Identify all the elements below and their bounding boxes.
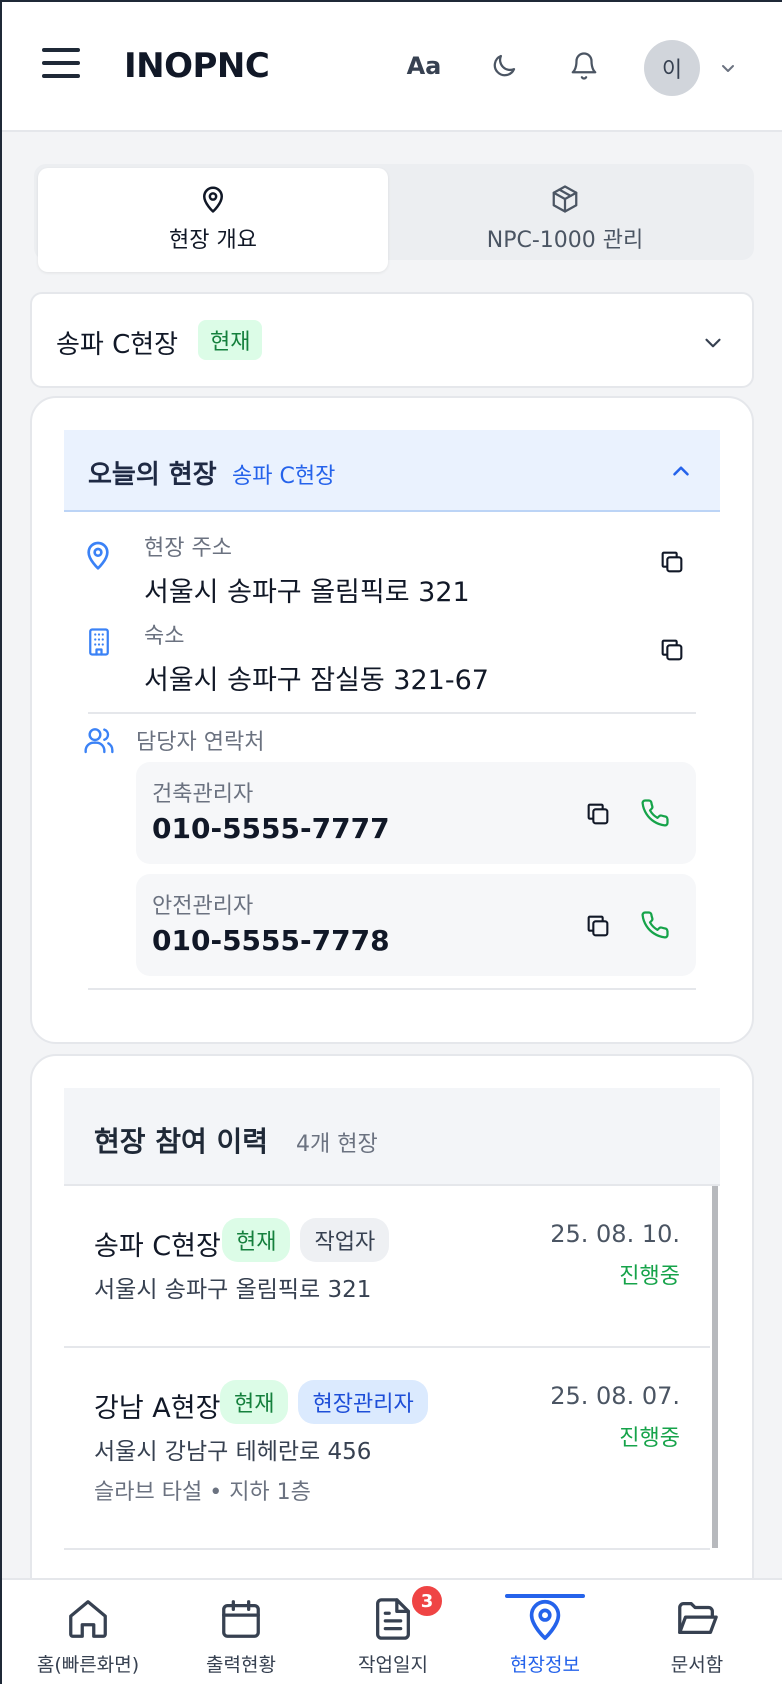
nav-label: 문서함 <box>670 1654 724 1676</box>
history-header: 현장 참여 이력 4개 현장 <box>64 1088 720 1186</box>
work-type: 슬라브 타설 <box>94 1480 203 1505</box>
current-badge: 현재 <box>198 320 263 360</box>
history-status: 진행중 <box>619 1426 680 1451</box>
copy-icon[interactable] <box>658 548 688 578</box>
contacts-label: 담당자 연락처 <box>136 730 265 755</box>
map-pin-icon <box>38 184 388 214</box>
phone-icon[interactable] <box>640 910 670 944</box>
history-item[interactable]: 강남 A현장 현재 현장관리자 서울시 강남구 테헤란로 456 슬라브 타설 … <box>64 1348 710 1550</box>
chevron-down-icon[interactable] <box>716 56 740 80</box>
today-title: 오늘의 현장 <box>88 460 217 490</box>
history-address: 서울시 송파구 올림픽로 321 <box>94 1277 372 1303</box>
contact-phone: 010-5555-7777 <box>152 812 390 845</box>
package-icon <box>390 184 740 214</box>
history-address: 서울시 강남구 테헤란로 456 <box>94 1439 372 1465</box>
history-title: 현장 참여 이력 <box>94 1125 269 1158</box>
document-icon <box>370 1596 416 1642</box>
user-avatar[interactable]: 이 <box>644 40 700 96</box>
history-status: 진행중 <box>619 1264 680 1289</box>
dark-mode-icon[interactable] <box>484 46 524 86</box>
contact-card: 건축관리자 010-5555-7777 <box>136 762 696 864</box>
divider <box>88 712 696 714</box>
tab-site-overview[interactable]: 현장 개요 <box>38 168 388 272</box>
brand-logo: INOPNC <box>124 46 270 86</box>
nav-label: 현장정보 <box>510 1654 580 1676</box>
address-label: 현장 주소 <box>144 536 232 561</box>
contact-role: 안전관리자 <box>152 894 254 919</box>
lodging-value: 서울시 송파구 잠실동 321-67 <box>144 665 489 696</box>
today-site-card: 오늘의 현장 송파 C현장 현장 주소 서울시 송파구 올림픽로 321 숙소 … <box>30 396 754 1044</box>
divider <box>88 988 696 990</box>
tab-npc-management[interactable]: NPC-1000 관리 <box>390 168 740 256</box>
users-icon <box>82 724 116 760</box>
copy-icon[interactable] <box>584 912 612 944</box>
history-badges: 현재 작업자 <box>222 1218 390 1262</box>
history-detail: 슬라브 타설 • 지하 1층 <box>94 1474 311 1506</box>
site-selector[interactable]: 송파 C현장 현재 <box>30 292 754 388</box>
contact-card: 안전관리자 010-5555-7778 <box>136 874 696 976</box>
copy-icon[interactable] <box>658 636 688 666</box>
folder-icon <box>674 1596 720 1642</box>
address-value: 서울시 송파구 올림픽로 321 <box>144 577 470 608</box>
app-header: INOPNC Aa 이 <box>2 2 782 132</box>
map-pin-icon <box>522 1596 568 1642</box>
lodging-label: 숙소 <box>144 624 185 649</box>
bell-icon[interactable] <box>564 46 604 86</box>
contact-role: 건축관리자 <box>152 782 254 807</box>
role-badge: 현장관리자 <box>298 1380 428 1424</box>
phone-icon[interactable] <box>640 798 670 832</box>
site-name: 송파 C현장 <box>56 330 179 360</box>
home-icon <box>65 1596 111 1642</box>
font-size-button[interactable]: Aa <box>404 46 444 86</box>
history-date: 25. 08. 07. <box>550 1382 680 1410</box>
building-icon <box>84 626 114 662</box>
floor: 지하 1층 <box>229 1480 311 1505</box>
chevron-down-icon <box>700 330 726 360</box>
calendar-icon <box>218 1596 264 1642</box>
nav-label: 작업일지 <box>358 1654 428 1676</box>
current-badge: 현재 <box>220 1380 289 1424</box>
bottom-navigation: 홈(빠른화면) 출력현황 3 작업일지 현장정보 문서함 <box>2 1578 782 1684</box>
history-count: 4개 현장 <box>296 1132 378 1157</box>
chevron-up-icon[interactable] <box>668 458 694 488</box>
history-site-name: 송파 C현장 <box>94 1231 221 1262</box>
nav-site-info[interactable]: 현장정보 <box>470 1580 620 1684</box>
today-site-name: 송파 C현장 <box>232 464 336 489</box>
map-pin-icon <box>82 538 114 576</box>
history-site-name: 강남 A현장 <box>94 1393 221 1424</box>
scrollbar[interactable] <box>712 1186 718 1548</box>
history-date: 25. 08. 10. <box>550 1220 680 1248</box>
tab-bar: 현장 개요 NPC-1000 관리 <box>34 164 754 272</box>
history-badges: 현재 현장관리자 <box>220 1380 428 1424</box>
nav-work-log[interactable]: 3 작업일지 <box>318 1580 468 1684</box>
menu-icon[interactable] <box>42 48 80 78</box>
contact-phone: 010-5555-7778 <box>152 924 390 957</box>
nav-label: 출력현황 <box>206 1654 276 1676</box>
nav-documents[interactable]: 문서함 <box>622 1580 772 1684</box>
nav-home[interactable]: 홈(빠른화면) <box>13 1580 163 1684</box>
tab-label: 현장 개요 <box>169 228 257 253</box>
nav-label: 홈(빠른화면) <box>36 1654 140 1676</box>
nav-attendance[interactable]: 출력현황 <box>166 1580 316 1684</box>
notification-badge: 3 <box>410 1584 444 1618</box>
role-badge: 작업자 <box>300 1218 390 1262</box>
history-item[interactable]: 송파 C현장 현재 작업자 서울시 송파구 올림픽로 321 25. 08. 1… <box>64 1186 710 1348</box>
current-badge: 현재 <box>222 1218 291 1262</box>
tab-label: NPC-1000 관리 <box>486 228 644 253</box>
detail-dot: • <box>209 1480 223 1505</box>
copy-icon[interactable] <box>584 800 612 832</box>
today-site-header[interactable]: 오늘의 현장 송파 C현장 <box>64 430 720 512</box>
